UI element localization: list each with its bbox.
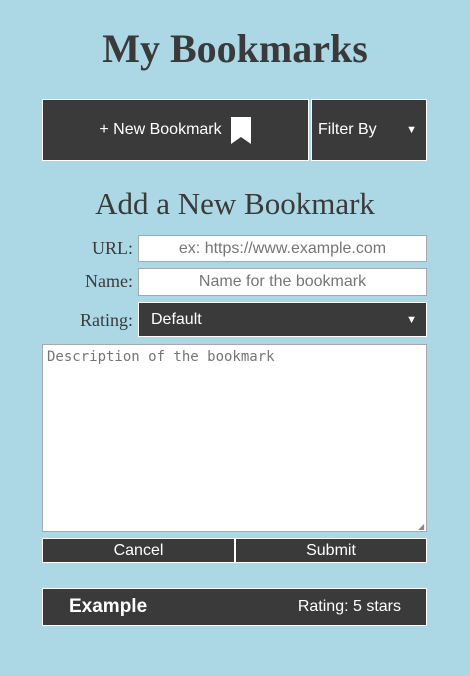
filter-by-label: Filter By [318, 121, 377, 138]
rating-row: Rating: Default ▼ [0, 302, 470, 337]
rating-select-value: Default [151, 310, 202, 328]
bookmark-rating: Rating: 5 stars [297, 598, 401, 615]
form-heading: Add a New Bookmark [95, 186, 375, 221]
chevron-down-icon: ▼ [406, 313, 417, 326]
toolbar: + New Bookmark Filter By ▼ [42, 99, 427, 161]
name-label: Name: [85, 271, 133, 291]
rating-label: Rating: [80, 310, 133, 330]
filter-by-dropdown[interactable]: Filter By ▼ [311, 99, 427, 161]
url-label: URL: [91, 238, 133, 258]
resize-grip-icon[interactable]: ◢ [418, 523, 426, 531]
bookmark-icon [230, 116, 252, 145]
page-title: My Bookmarks [102, 26, 368, 71]
new-bookmark-button[interactable]: + New Bookmark [42, 99, 309, 161]
url-row: URL: [0, 235, 470, 262]
new-bookmark-label: + New Bookmark [99, 121, 222, 138]
cancel-button[interactable]: Cancel [42, 538, 235, 563]
description-textarea[interactable] [42, 344, 427, 532]
bookmark-item[interactable]: Example Rating: 5 stars [42, 588, 427, 626]
form-actions: Cancel Submit [42, 538, 427, 563]
url-input[interactable] [138, 235, 427, 262]
rating-select[interactable]: Default ▼ [138, 302, 427, 337]
name-row: Name: [0, 268, 470, 296]
bookmark-name: Example [69, 596, 148, 617]
name-input[interactable] [138, 268, 427, 296]
submit-button[interactable]: Submit [235, 538, 427, 563]
chevron-down-icon: ▼ [406, 124, 417, 136]
